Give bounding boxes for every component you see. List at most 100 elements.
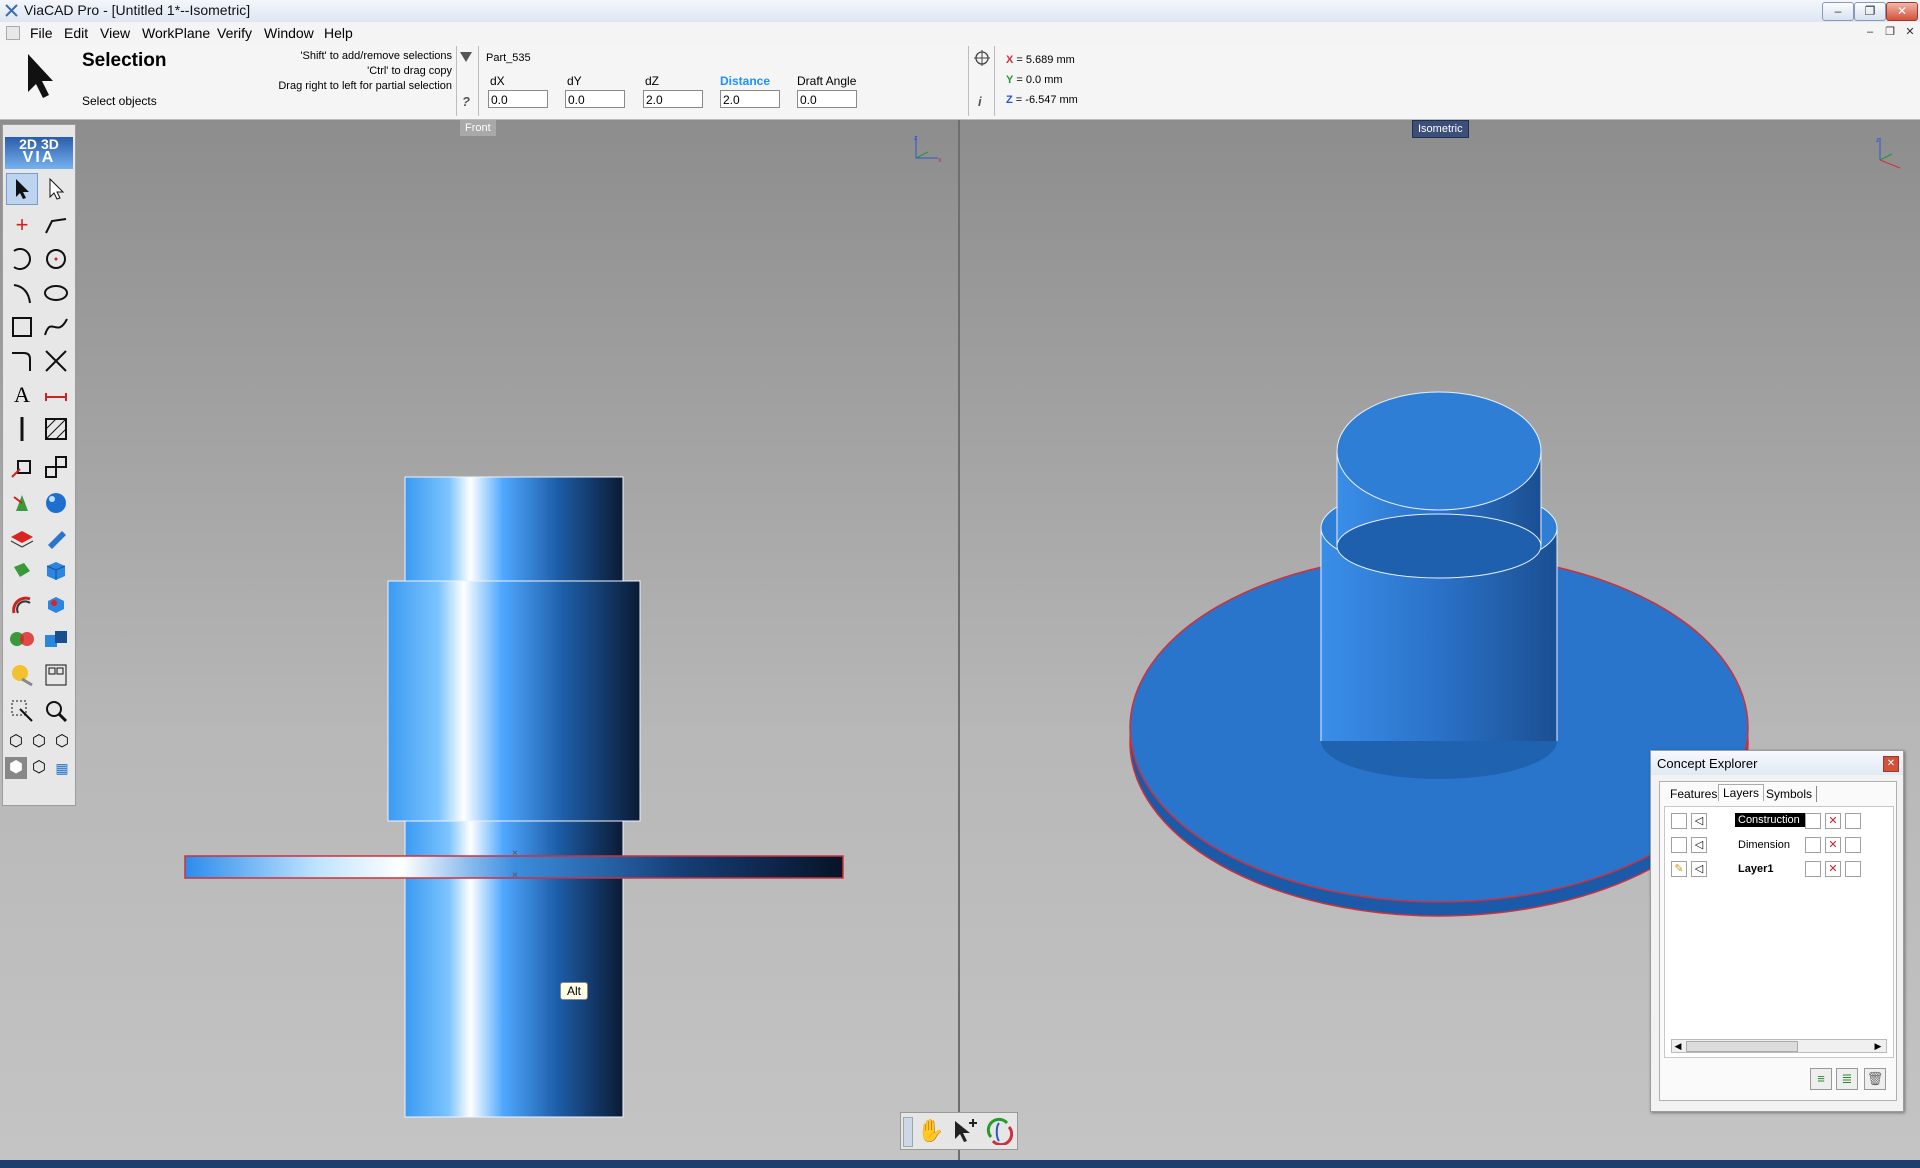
rectangle-tool-icon[interactable] <box>6 311 38 343</box>
layer-visibility-checkbox[interactable] <box>1805 837 1821 853</box>
shell-tool-icon[interactable] <box>6 521 38 553</box>
boolean-tool-icon[interactable] <box>40 589 72 621</box>
explorer-close-button[interactable]: ✕ <box>1883 756 1899 772</box>
layer-row-dimension[interactable]: ◁ Dimension ✕ <box>1665 835 1883 857</box>
layer-visibility-checkbox[interactable] <box>1805 813 1821 829</box>
layer-select-icon[interactable]: ◁ <box>1691 813 1707 829</box>
sweep-tool-icon[interactable] <box>6 589 38 621</box>
circle-tool-icon[interactable] <box>40 243 72 275</box>
box-tool-icon[interactable] <box>40 555 72 587</box>
pan-hand-icon[interactable]: ✋ <box>917 1117 945 1145</box>
draft-angle-field[interactable]: 0.0 <box>797 90 857 108</box>
menu-window[interactable]: Window <box>264 25 314 41</box>
combine-tool-icon[interactable] <box>40 623 72 655</box>
layer-edit-checkbox[interactable] <box>1671 837 1687 853</box>
layer-name[interactable]: Construction <box>1735 813 1805 827</box>
layer-lock-checkbox[interactable] <box>1845 837 1861 853</box>
tangent-arc-tool-icon[interactable] <box>6 277 38 309</box>
point-tool-icon[interactable]: + <box>6 209 38 241</box>
front-view-icon[interactable]: ⬡ <box>28 731 50 753</box>
document-icon[interactable] <box>6 26 20 40</box>
layer-name[interactable]: Layer1 <box>1735 862 1776 876</box>
add-layer-icon[interactable]: ≡ <box>1810 1068 1832 1090</box>
dx-field[interactable]: 0.0 <box>488 90 548 108</box>
layer-color-icon[interactable]: ✕ <box>1825 861 1841 877</box>
tab-features[interactable]: Features <box>1666 786 1721 802</box>
spline-tool-icon[interactable] <box>40 311 72 343</box>
hatch-tool-icon[interactable] <box>40 413 72 445</box>
scroll-left-icon[interactable]: ◀ <box>1672 1040 1684 1052</box>
layer-edit-checkbox[interactable] <box>1671 813 1687 829</box>
front-view-model[interactable]: × × <box>0 120 958 1160</box>
shaded-view-icon[interactable]: ⬢ <box>5 757 27 779</box>
scroll-thumb[interactable] <box>1686 1041 1798 1052</box>
render-settings-icon[interactable]: ▦ <box>51 757 73 779</box>
dz-field[interactable]: 2.0 <box>643 90 703 108</box>
polyline-tool-icon[interactable] <box>40 209 72 241</box>
active-layer-pencil-icon[interactable]: ✎ <box>1671 861 1687 877</box>
layer-row-construction[interactable]: ◁ Construction ✕ <box>1665 811 1883 833</box>
help-icon[interactable]: ? <box>462 94 470 109</box>
menu-edit[interactable]: Edit <box>64 25 88 41</box>
wireframe-view-icon[interactable]: ⬡ <box>28 757 50 779</box>
select-subobject-tool-icon[interactable] <box>40 173 72 205</box>
copy-tool-icon[interactable] <box>40 451 72 483</box>
right-view-icon[interactable]: ⬡ <box>51 731 73 753</box>
mdi-minimize-button[interactable]: – <box>1862 25 1878 39</box>
menu-workplane[interactable]: WorkPlane <box>142 25 210 41</box>
scroll-right-icon[interactable]: ▶ <box>1872 1040 1884 1052</box>
extrude-tool-icon[interactable] <box>6 487 38 519</box>
centerline-tool-icon[interactable] <box>6 413 38 445</box>
explorer-titlebar[interactable]: Concept Explorer ✕ <box>1651 751 1903 775</box>
zoom-icon[interactable] <box>40 695 72 727</box>
minimize-button[interactable]: – <box>1822 2 1854 21</box>
distance-field[interactable]: 2.0 <box>720 90 780 108</box>
loft-tool-icon[interactable] <box>6 555 38 587</box>
menu-file[interactable]: File <box>30 25 53 41</box>
mdi-close-button[interactable]: ✕ <box>1902 25 1918 39</box>
layer-color-icon[interactable]: ✕ <box>1825 813 1841 829</box>
layer-lock-checkbox[interactable] <box>1845 813 1861 829</box>
dynamic-zoom-icon[interactable] <box>951 1117 979 1145</box>
blend-tool-icon[interactable] <box>6 623 38 655</box>
layer-select-icon[interactable]: ◁ <box>1691 861 1707 877</box>
dy-field[interactable]: 0.0 <box>565 90 625 108</box>
tab-layers[interactable]: Layers <box>1718 784 1765 801</box>
toolbar-grip[interactable] <box>903 1117 913 1147</box>
options-dropdown-icon[interactable] <box>460 50 472 65</box>
viewport-layout-icon[interactable] <box>40 659 72 691</box>
arc-tool-icon[interactable] <box>6 243 38 275</box>
close-button[interactable]: ✕ <box>1886 2 1918 21</box>
dimension-tool-icon[interactable] <box>40 379 72 411</box>
sphere-tool-icon[interactable] <box>40 487 72 519</box>
trim-tool-icon[interactable] <box>40 345 72 377</box>
zoom-window-icon[interactable] <box>6 695 38 727</box>
text-tool-icon[interactable]: A <box>6 379 38 411</box>
layer-visibility-checkbox[interactable] <box>1805 861 1821 877</box>
layer-properties-icon[interactable]: ≣ <box>1836 1068 1858 1090</box>
delete-layer-icon[interactable]: 🗑 <box>1864 1068 1886 1090</box>
fillet-tool-icon[interactable] <box>6 345 38 377</box>
mdi-restore-button[interactable]: ❐ <box>1882 25 1898 39</box>
render-tool-icon[interactable] <box>6 659 38 691</box>
horizontal-scrollbar[interactable]: ◀ ▶ <box>1671 1039 1887 1053</box>
layer-color-icon[interactable]: ✕ <box>1825 837 1841 853</box>
layer-lock-checkbox[interactable] <box>1845 861 1861 877</box>
front-viewport[interactable]: Front zx × × Alt <box>0 120 958 1160</box>
transform-tool-icon[interactable] <box>6 451 38 483</box>
rotate-view-icon[interactable] <box>985 1117 1014 1147</box>
menu-verify[interactable]: Verify <box>217 25 252 41</box>
info-icon[interactable]: i <box>978 94 982 109</box>
select-tool-icon[interactable] <box>6 173 38 205</box>
layer-select-icon[interactable]: ◁ <box>1691 837 1707 853</box>
target-icon[interactable] <box>974 50 990 69</box>
cylinder-tool-icon[interactable] <box>40 521 72 553</box>
maximize-button[interactable]: ❐ <box>1854 2 1886 21</box>
menu-view[interactable]: View <box>100 25 130 41</box>
layer-name[interactable]: Dimension <box>1735 838 1793 852</box>
menu-help[interactable]: Help <box>324 25 353 41</box>
top-view-icon[interactable]: ⬡ <box>5 731 27 753</box>
ellipse-tool-icon[interactable] <box>40 277 72 309</box>
tab-symbols[interactable]: Symbols <box>1762 786 1818 802</box>
layer-row-layer1[interactable]: ✎ ◁ Layer1 ✕ <box>1665 859 1883 881</box>
